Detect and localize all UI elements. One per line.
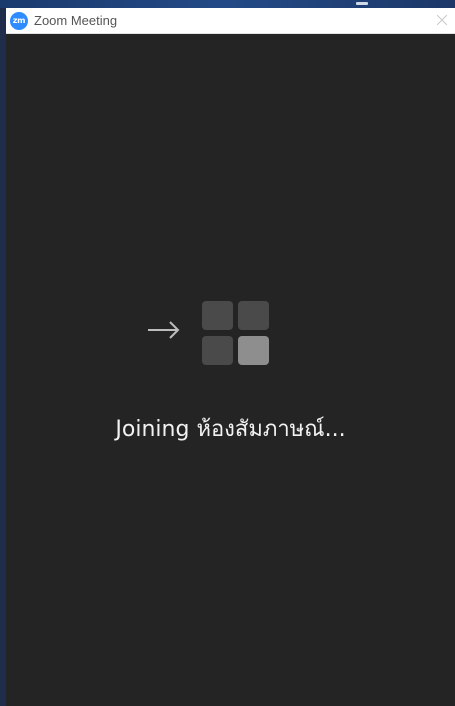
- zoom-logo-icon: zm: [10, 12, 28, 30]
- desktop-background: [0, 0, 455, 8]
- window-title: Zoom Meeting: [34, 13, 118, 28]
- grid-tile-active: [238, 336, 269, 365]
- meeting-content: Joining ห้องสัมภาษณ์...: [6, 34, 455, 706]
- title-bar[interactable]: zm Zoom Meeting: [6, 8, 455, 34]
- close-icon: [437, 15, 447, 25]
- close-button[interactable]: [429, 8, 455, 33]
- zoom-meeting-window: zm Zoom Meeting Joining ห้องสัมภาษณ์...: [6, 8, 455, 706]
- grid-tile: [238, 301, 269, 330]
- joining-status: Joining ห้องสัมภาษณ์...: [115, 417, 346, 442]
- grid-tile: [202, 301, 233, 330]
- taskbar-indicator: [356, 2, 368, 5]
- arrow-right-icon: [148, 321, 180, 339]
- grid-tile: [202, 336, 233, 365]
- grid-tiles-icon: [202, 301, 270, 366]
